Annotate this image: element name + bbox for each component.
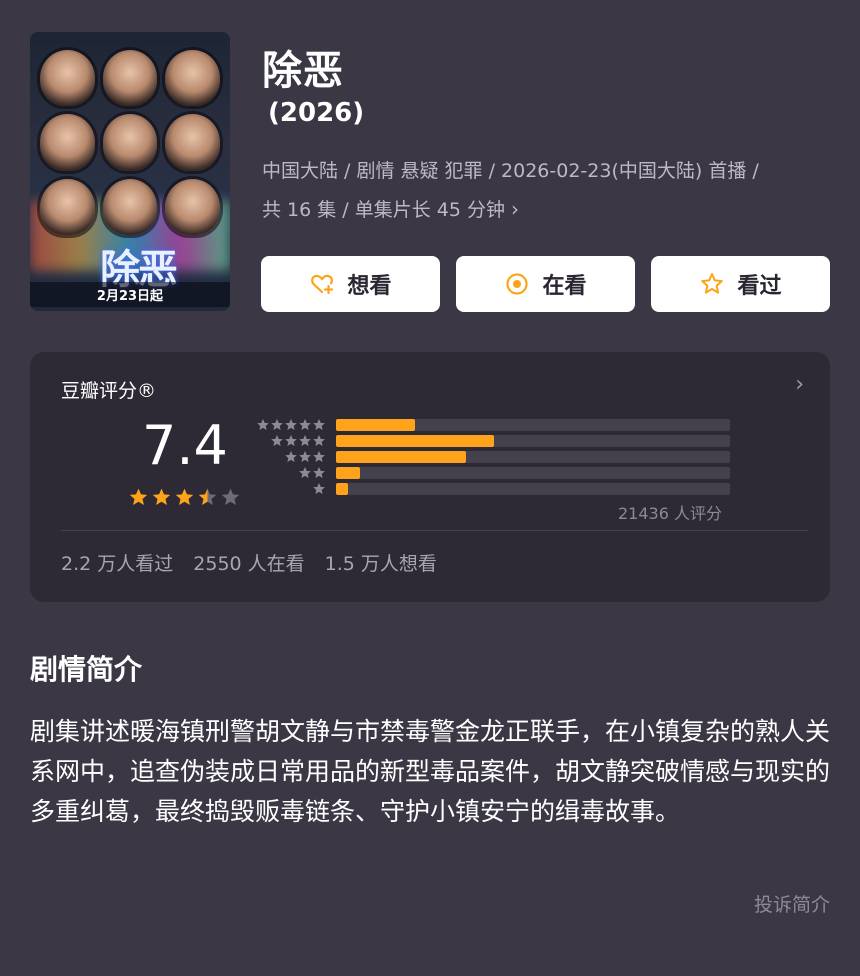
watching-label: 在看 <box>542 274 587 299</box>
distribution-row-1-star <box>256 482 730 496</box>
poster-cast-photo <box>40 50 220 235</box>
small-star-icon <box>299 451 311 463</box>
meta-line-2-text: 共 16 集 / 单集片长 45 分钟 <box>262 199 505 221</box>
watched-count: 2.2 万人看过 <box>61 553 174 575</box>
heart-plus-icon <box>311 274 334 295</box>
distribution-row-5-star <box>256 418 730 432</box>
distribution-track <box>336 483 730 495</box>
distribution-row-4-star <box>256 434 730 448</box>
chevron-right-icon[interactable]: › <box>795 372 804 397</box>
want-to-watch-label: 想看 <box>347 274 392 299</box>
rating-stars <box>128 487 241 508</box>
small-star-icon <box>299 435 311 447</box>
watching-count: 2550 人在看 <box>193 553 305 575</box>
distribution-bar <box>336 483 348 495</box>
small-star-icon <box>313 467 325 479</box>
rating-stats: 2.2 万人看过 2550 人在看 1.5 万人想看 <box>61 549 437 576</box>
rating-star-icon <box>152 488 171 506</box>
distribution-bar <box>336 419 415 431</box>
rating-card[interactable]: 豆瓣评分® › 7.4 21436 人评分 2.2 万人看过 2550 人在看 … <box>30 352 830 602</box>
small-star-icon <box>271 435 283 447</box>
want-count: 1.5 万人想看 <box>324 553 437 575</box>
small-star-icon <box>257 419 269 431</box>
small-star-icon <box>313 483 325 495</box>
divider <box>61 530 808 531</box>
distribution-bar <box>336 467 360 479</box>
distribution-bar <box>336 451 466 463</box>
rating-section-title: 豆瓣评分® <box>61 380 157 402</box>
distribution-stars <box>256 466 326 480</box>
report-synopsis-link[interactable]: 投诉简介 <box>754 890 830 917</box>
distribution-stars <box>256 434 326 448</box>
distribution-stars <box>256 482 326 496</box>
show-title: 除恶 <box>262 48 344 94</box>
distribution-row-2-star <box>256 466 730 480</box>
distribution-stars <box>256 418 326 432</box>
meta-line-2: 共 16 集 / 单集片长 45 分钟 › <box>262 190 837 229</box>
small-star-icon <box>285 419 297 431</box>
target-icon <box>506 273 529 295</box>
rating-count: 21436 人评分 <box>618 504 722 523</box>
synopsis-heading: 剧情简介 <box>30 653 143 686</box>
poster-date: 2月23日起 <box>30 282 230 307</box>
star-outline-icon <box>701 273 724 294</box>
distribution-track <box>336 467 730 479</box>
small-star-icon <box>299 419 311 431</box>
small-star-icon <box>313 419 325 431</box>
rating-star-icon <box>175 488 194 506</box>
rating-score: 7.4 <box>142 414 228 477</box>
watched-label: 看过 <box>737 274 782 299</box>
synopsis-text: 剧集讲述暖海镇刑警胡文静与市禁毒警金龙正联手，在小镇复杂的熟人关系网中，追查伪装… <box>30 717 831 826</box>
meta-line-1: 中国大陆 / 剧情 悬疑 犯罪 / 2026-02-23(中国大陆) 首播 / <box>262 160 759 182</box>
small-star-icon <box>313 435 325 447</box>
small-star-icon <box>285 451 297 463</box>
small-star-icon <box>299 467 311 479</box>
small-star-icon <box>271 419 283 431</box>
chevron-right-icon: › <box>511 197 520 221</box>
distribution-bar <box>336 435 494 447</box>
watched-button[interactable]: 看过 <box>651 256 830 312</box>
want-to-watch-button[interactable]: 想看 <box>261 256 440 312</box>
small-star-icon <box>285 435 297 447</box>
poster-image[interactable]: 除恶 2月23日起 <box>30 32 230 311</box>
show-year: (2026) <box>268 98 365 128</box>
small-star-icon <box>313 451 325 463</box>
distribution-row-3-star <box>256 450 730 464</box>
distribution-stars <box>256 450 326 464</box>
rating-star-icon <box>198 488 217 506</box>
show-meta[interactable]: 中国大陆 / 剧情 悬疑 犯罪 / 2026-02-23(中国大陆) 首播 / … <box>262 152 837 229</box>
rating-star-icon <box>221 488 240 506</box>
watching-button[interactable]: 在看 <box>456 256 635 312</box>
rating-star-icon <box>129 488 148 506</box>
